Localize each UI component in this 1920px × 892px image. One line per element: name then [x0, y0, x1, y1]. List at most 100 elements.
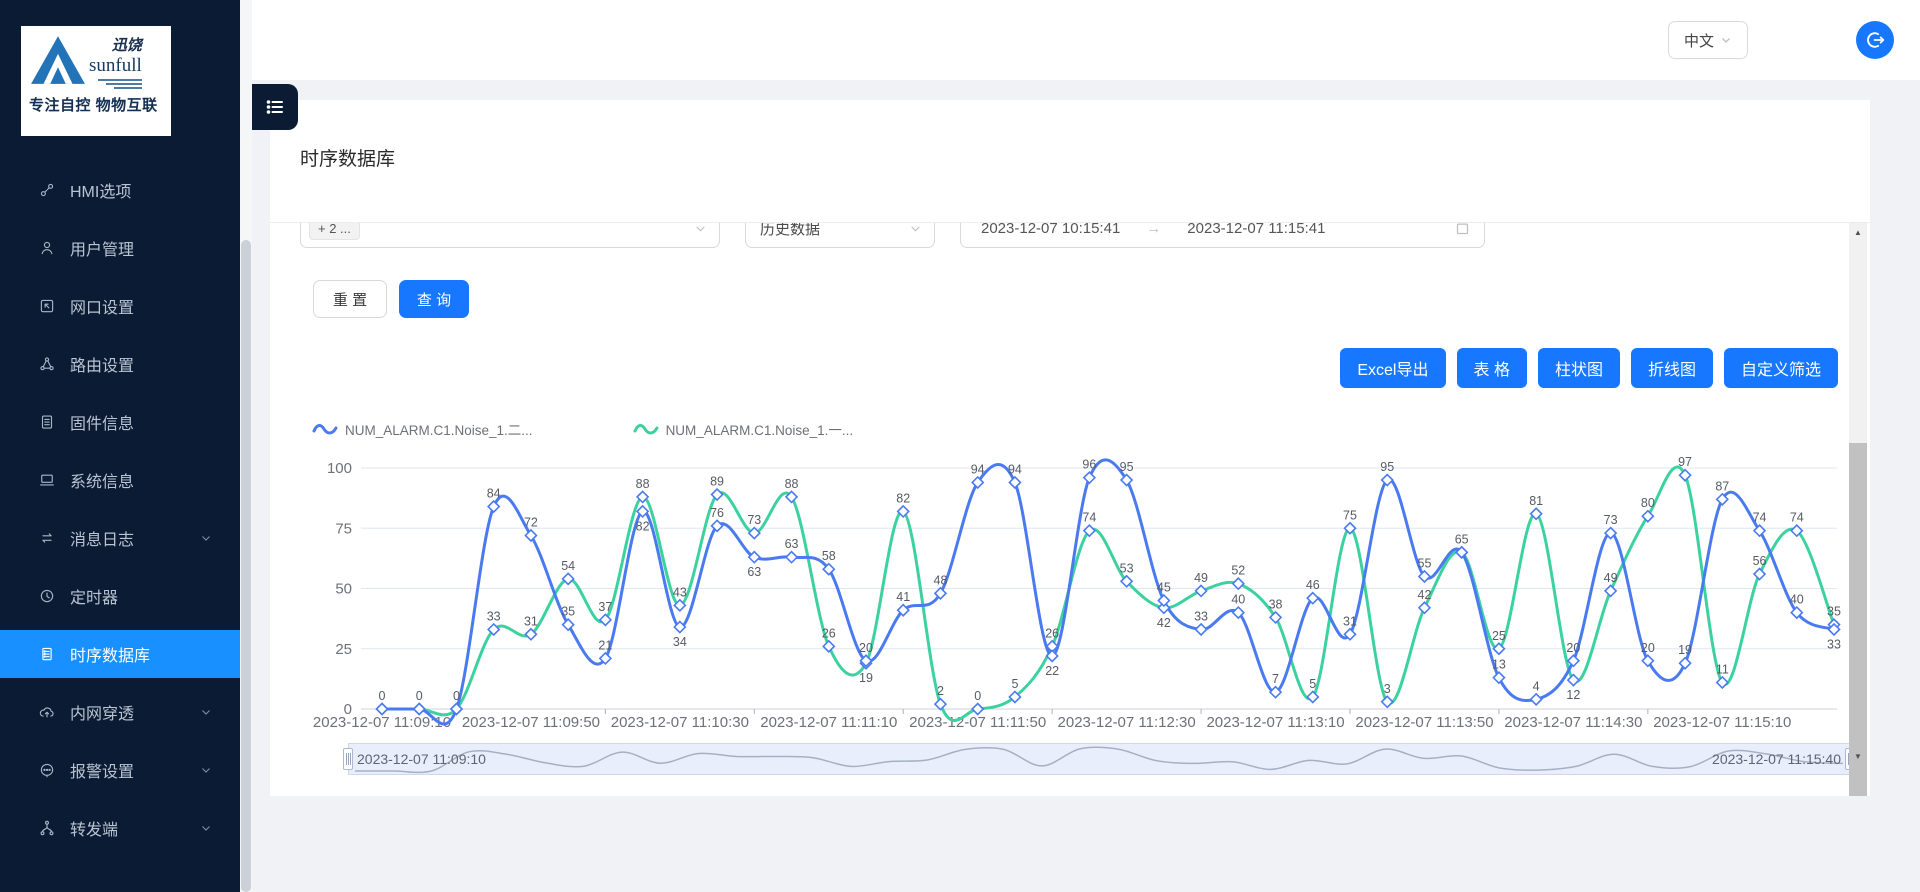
sidebar-item-label: 系统信息	[70, 468, 134, 492]
timeseries-chart[interactable]: 02550751002023-12-07 11:09:102023-12-07 …	[270, 431, 1870, 731]
sidebar-item-system-info[interactable]: 系统信息	[0, 456, 240, 504]
brand-tagline: 专注自控 物物互联	[29, 94, 163, 115]
sidebar-scrollbar-track[interactable]	[240, 0, 252, 892]
sidebar-item-label: 固件信息	[70, 410, 134, 434]
data-type-select[interactable]: 历史数据	[745, 223, 935, 248]
svg-text:2: 2	[937, 684, 944, 698]
timer-icon	[38, 587, 56, 605]
svg-text:75: 75	[1343, 508, 1357, 522]
svg-text:74: 74	[1753, 511, 1767, 525]
sidebar-collapse-button[interactable]	[252, 84, 298, 130]
route-icon	[38, 355, 56, 373]
svg-text:20: 20	[859, 641, 873, 655]
svg-text:38: 38	[1269, 597, 1283, 611]
scrollbar-thumb[interactable]	[1849, 443, 1867, 796]
logo-lines	[89, 79, 142, 89]
sidebar-item-label: 内网穿透	[70, 700, 134, 724]
line-chart-button[interactable]: 折线图	[1631, 348, 1713, 388]
sidebar-item-user-management[interactable]: 用户管理	[0, 224, 240, 272]
svg-text:55: 55	[1418, 556, 1432, 570]
svg-text:72: 72	[524, 515, 538, 529]
sidebar-item-nat-traversal[interactable]: 内网穿透	[0, 688, 240, 736]
sidebar-item-hmi-options[interactable]: HMI选项	[0, 166, 240, 214]
svg-text:19: 19	[859, 671, 873, 685]
tag-multiselect[interactable]: + 2 ...	[300, 223, 720, 248]
port-icon	[38, 297, 56, 315]
svg-text:2023-12-07 11:09:50: 2023-12-07 11:09:50	[462, 714, 600, 731]
svg-text:81: 81	[1529, 494, 1543, 508]
svg-text:53: 53	[1120, 561, 1134, 575]
svg-text:49: 49	[1604, 571, 1618, 585]
sidebar-scrollbar-thumb[interactable]	[241, 240, 251, 892]
content-scrollbar[interactable]: ▲ ▼	[1849, 223, 1867, 767]
svg-text:20: 20	[1566, 641, 1580, 655]
chevron-down-icon	[200, 764, 212, 776]
sidebar-item-firmware-info[interactable]: 固件信息	[0, 398, 240, 446]
svg-text:100: 100	[327, 460, 352, 477]
topbar: 中文	[252, 0, 1920, 80]
svg-text:87: 87	[1715, 479, 1729, 493]
svg-text:40: 40	[1790, 593, 1804, 607]
svg-text:82: 82	[896, 491, 910, 505]
datazoom-left-handle[interactable]	[343, 748, 353, 770]
svg-text:40: 40	[1231, 593, 1245, 607]
svg-text:22: 22	[1045, 664, 1059, 678]
svg-text:33: 33	[1194, 609, 1208, 623]
svg-text:88: 88	[636, 477, 650, 491]
sidebar-item-label: 转发端	[70, 816, 118, 840]
svg-text:46: 46	[1306, 578, 1320, 592]
svg-text:2023-12-07 11:14:30: 2023-12-07 11:14:30	[1504, 714, 1642, 731]
svg-text:65: 65	[1455, 532, 1469, 546]
date-range-picker[interactable]: 2023-12-07 10:15:41 → 2023-12-07 11:15:4…	[960, 223, 1485, 248]
svg-text:33: 33	[487, 609, 501, 623]
svg-text:4: 4	[1533, 679, 1540, 693]
sidebar-item-label: HMI选项	[70, 178, 131, 202]
svg-text:41: 41	[896, 590, 910, 604]
svg-text:26: 26	[822, 626, 836, 640]
svg-text:25: 25	[335, 641, 352, 658]
svg-text:48: 48	[934, 573, 948, 587]
sidebar-item-message-log[interactable]: 消息日志	[0, 514, 240, 562]
sidebar-item-timeseries-db[interactable]: 时序数据库	[0, 630, 240, 678]
sidebar-item-label: 消息日志	[70, 526, 134, 550]
sidebar: 迅饶 sunfull 专注自控 物物互联 HMI选项用户管理网口设置路由设置固件…	[0, 0, 240, 892]
svg-text:94: 94	[1008, 462, 1022, 476]
sidebar-item-routing-settings[interactable]: 路由设置	[0, 340, 240, 388]
datazoom-slider[interactable]: 2023-12-07 11:09:10 2023-12-07 11:15:40	[348, 743, 1850, 775]
bar-chart-button[interactable]: 柱状图	[1538, 348, 1620, 388]
svg-text:74: 74	[1082, 511, 1096, 525]
excel-export-button[interactable]: Excel导出	[1340, 348, 1445, 388]
svg-text:97: 97	[1678, 455, 1692, 469]
scroll-down-arrow[interactable]: ▼	[1849, 749, 1867, 765]
svg-text:45: 45	[1157, 581, 1171, 595]
svg-text:25: 25	[1492, 629, 1506, 643]
svg-text:0: 0	[416, 689, 423, 703]
branch-icon	[38, 819, 56, 837]
scroll-up-arrow[interactable]: ▲	[1849, 225, 1867, 241]
sidebar-item-alarm-settings[interactable]: 报警设置	[0, 746, 240, 794]
system-icon	[38, 471, 56, 489]
brand-name-en: sunfull	[89, 55, 142, 77]
svg-text:26: 26	[1045, 626, 1059, 640]
sidebar-menu: HMI选项用户管理网口设置路由设置固件信息系统信息消息日志定时器时序数据库内网穿…	[0, 166, 240, 862]
sidebar-item-port-settings[interactable]: 网口设置	[0, 282, 240, 330]
reset-button[interactable]: 重 置	[313, 280, 387, 318]
selected-tags-badge: + 2 ...	[309, 223, 360, 240]
plug-icon	[38, 181, 56, 199]
custom-filter-button[interactable]: 自定义筛选	[1724, 348, 1838, 388]
svg-text:0: 0	[379, 689, 386, 703]
language-select[interactable]: 中文	[1668, 21, 1748, 59]
svg-text:2023-12-07 11:11:10: 2023-12-07 11:11:10	[760, 714, 897, 731]
message-icon	[38, 761, 56, 779]
svg-text:2023-12-07 11:11:50: 2023-12-07 11:11:50	[909, 714, 1046, 731]
svg-text:5: 5	[1011, 677, 1018, 691]
svg-text:75: 75	[335, 520, 352, 537]
sunfull-logo-icon	[29, 32, 87, 86]
sidebar-item-timer[interactable]: 定时器	[0, 572, 240, 620]
sidebar-item-label: 时序数据库	[70, 642, 150, 666]
query-button[interactable]: 查 询	[399, 280, 469, 318]
sidebar-item-forwarder[interactable]: 转发端	[0, 804, 240, 852]
sidebar-item-label: 路由设置	[70, 352, 134, 376]
logout-button[interactable]	[1856, 21, 1894, 59]
table-view-button[interactable]: 表 格	[1457, 348, 1527, 388]
